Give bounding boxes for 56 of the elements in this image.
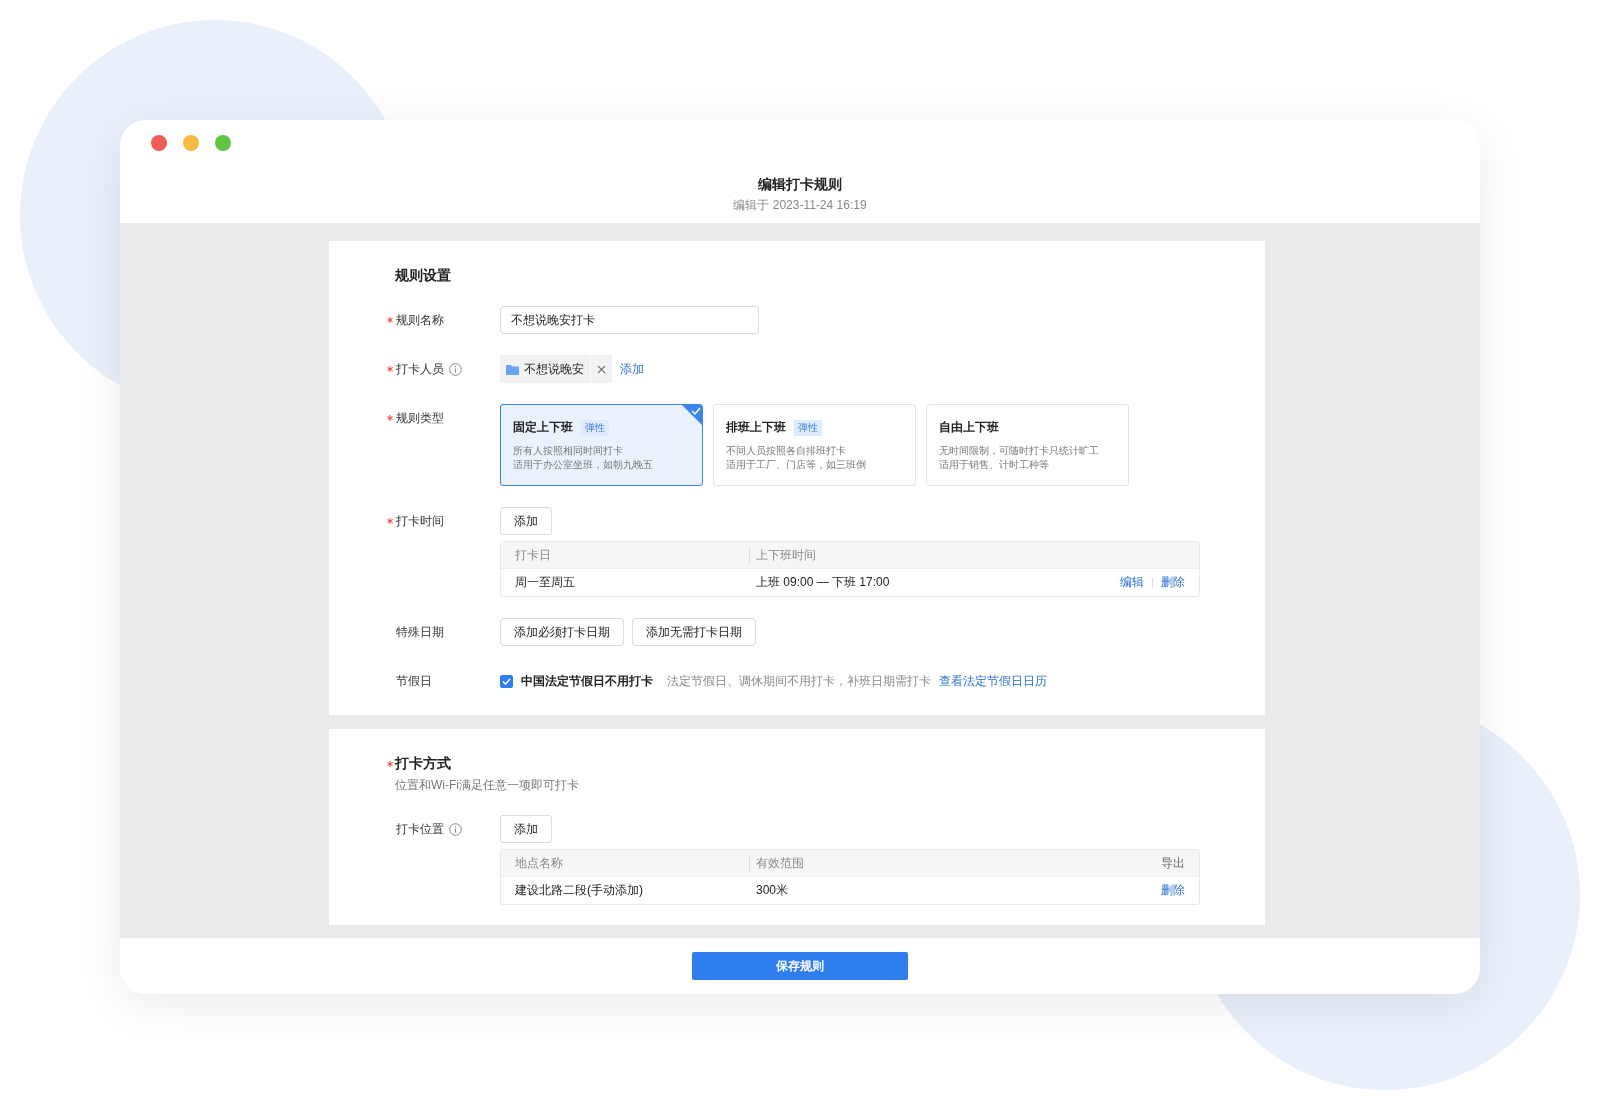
field-label: 规则类型 xyxy=(396,409,444,427)
add-link[interactable]: 添加 xyxy=(620,360,644,378)
field-label: 打卡位置 xyxy=(396,820,444,838)
add-button[interactable]: 添加 xyxy=(500,507,552,535)
table-cell-text: 上班 09:00 — 下班 17:00 xyxy=(755,574,891,591)
window-subtitle: 编辑于 2023-11-24 16:19 xyxy=(733,197,867,214)
section-title: 打卡方式 xyxy=(395,755,451,773)
export-link[interactable]: 导出 xyxy=(1161,854,1185,872)
option-description: 所有人按照相同时间打卡 xyxy=(513,444,624,458)
checkbox-label: 中国法定节假日不用打卡 xyxy=(521,672,653,690)
option-title: 固定上下班 xyxy=(513,419,573,436)
hint-text: 法定节假日、调休期间不用打卡，补班日期需打卡 xyxy=(667,672,931,690)
folder-icon xyxy=(506,363,519,375)
rule-name-field[interactable]: 不想说晚安打卡 xyxy=(500,306,759,334)
option-description: 无时间限制，可随时打卡只统计旷工 xyxy=(939,444,1100,458)
selected-corner-icon xyxy=(682,405,702,425)
field-label: 规则名称 xyxy=(396,311,444,329)
option-description: 不同人员按照各自排班打卡 xyxy=(726,444,847,458)
checkbox[interactable] xyxy=(500,674,513,688)
option-title: 自由上下班 xyxy=(939,419,999,436)
option-description: 适用于销售、计时工种等 xyxy=(939,458,1050,472)
field-label: 打卡人员 xyxy=(396,360,444,378)
column-header: 上下班时间 xyxy=(755,546,817,564)
action-link[interactable]: 删除 xyxy=(1161,574,1185,591)
section-subtitle: 位置和Wi-Fi满足任意一项即可打卡 xyxy=(395,777,580,794)
option-description: 适用于办公室坐班，如朝九晚五 xyxy=(513,458,654,472)
field-label: 打卡时间 xyxy=(396,512,444,530)
add-date-button[interactable]: 添加无需打卡日期 xyxy=(632,618,756,646)
column-header: 地点名称 xyxy=(515,854,750,872)
remove-icon[interactable] xyxy=(590,355,612,383)
field-label: 特殊日期 xyxy=(396,623,444,641)
action-link[interactable]: 编辑 xyxy=(1120,574,1144,591)
option-badge: 弹性 xyxy=(581,419,609,436)
option-description: 适用于工厂、门店等，如三班倒 xyxy=(726,458,867,472)
maximize-button[interactable] xyxy=(215,135,231,151)
tag-label: 不想说晚安 xyxy=(524,360,584,378)
rule-type-option[interactable]: 排班上下班 弹性 不同人员按照各自排班打卡 适用于工厂、门店等，如三班倒 xyxy=(713,404,916,486)
add-button[interactable]: 添加 xyxy=(500,815,552,843)
field-label: 节假日 xyxy=(396,672,432,690)
rule-type-option[interactable]: 自由上下班 无时间限制，可随时打卡只统计旷工 适用于销售、计时工种等 xyxy=(926,404,1129,486)
minimize-button[interactable] xyxy=(183,135,199,151)
add-date-button[interactable]: 添加必须打卡日期 xyxy=(500,618,624,646)
action-link[interactable]: 删除 xyxy=(1161,882,1185,899)
option-title: 排班上下班 xyxy=(726,419,786,436)
section-title: 规则设置 xyxy=(395,267,451,285)
holiday-calendar-link[interactable]: 查看法定节假日日历 xyxy=(939,672,1047,690)
column-header: 打卡日 xyxy=(515,546,750,564)
close-button[interactable] xyxy=(151,135,167,151)
window-title: 编辑打卡规则 xyxy=(758,176,842,194)
table-cell-text: 建设北路二段(手动添加) xyxy=(515,882,644,899)
rule-type-option[interactable]: 固定上下班 弹性 所有人按照相同时间打卡 适用于办公室坐班，如朝九晚五 xyxy=(500,404,703,486)
option-badge: 弹性 xyxy=(794,419,822,436)
column-header: 有效范围 xyxy=(755,854,805,872)
save-button[interactable]: 保存规则 xyxy=(692,952,908,980)
table-cell-text: 周一至周五 xyxy=(515,574,576,591)
table-cell-text: 300米 xyxy=(755,882,790,899)
